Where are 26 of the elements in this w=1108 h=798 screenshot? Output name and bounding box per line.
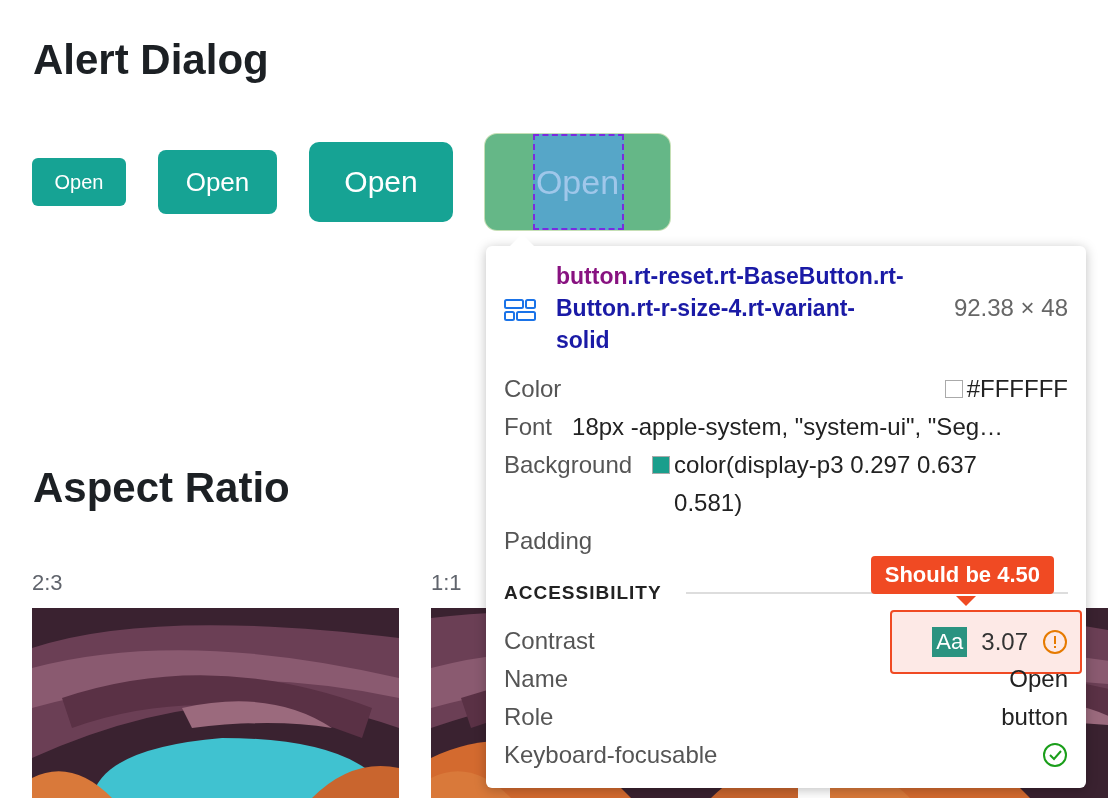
element-size: 92.38 × 48 (953, 294, 1068, 322)
contrast-ratio: 3.07 (981, 628, 1028, 656)
property-label: Padding (504, 526, 593, 556)
layout-icon (504, 299, 536, 321)
property-value: #FFFFFF (966, 374, 1068, 404)
property-label: Role (504, 703, 554, 731)
property-value: button (1001, 703, 1068, 731)
contrast-sample: Aa (932, 627, 968, 657)
ratio-label: 1:1 (431, 570, 462, 592)
property-label: Font (504, 412, 553, 442)
section-heading: Aspect Ratio (33, 463, 290, 513)
property-label: Name (504, 665, 569, 693)
open-button[interactable]: Open (309, 142, 453, 222)
property-label: Contrast (504, 627, 595, 655)
property-value: 18px -apple-system, "system-ui", "Seg… (572, 412, 1004, 442)
property-label: Color (504, 374, 562, 404)
property-label: Keyboard-focusable (504, 741, 718, 769)
open-button[interactable]: Open (158, 150, 277, 214)
section-heading: Alert Dialog (33, 35, 269, 85)
element-selector: button.rt-reset.rt-BaseButton.rt-Button.rt-r-size-4.rt-variant-solid (556, 262, 905, 355)
open-button[interactable]: Open (32, 158, 126, 206)
property-value: color(display-p3 0.297 0.637 0.581) (674, 450, 978, 518)
contrast-warning-badge: Should be 4.50 (870, 556, 1054, 594)
property-label: Background (504, 450, 633, 480)
ratio-label: 2:3 (32, 570, 63, 592)
section-title: ACCESSIBILITY (504, 582, 662, 604)
